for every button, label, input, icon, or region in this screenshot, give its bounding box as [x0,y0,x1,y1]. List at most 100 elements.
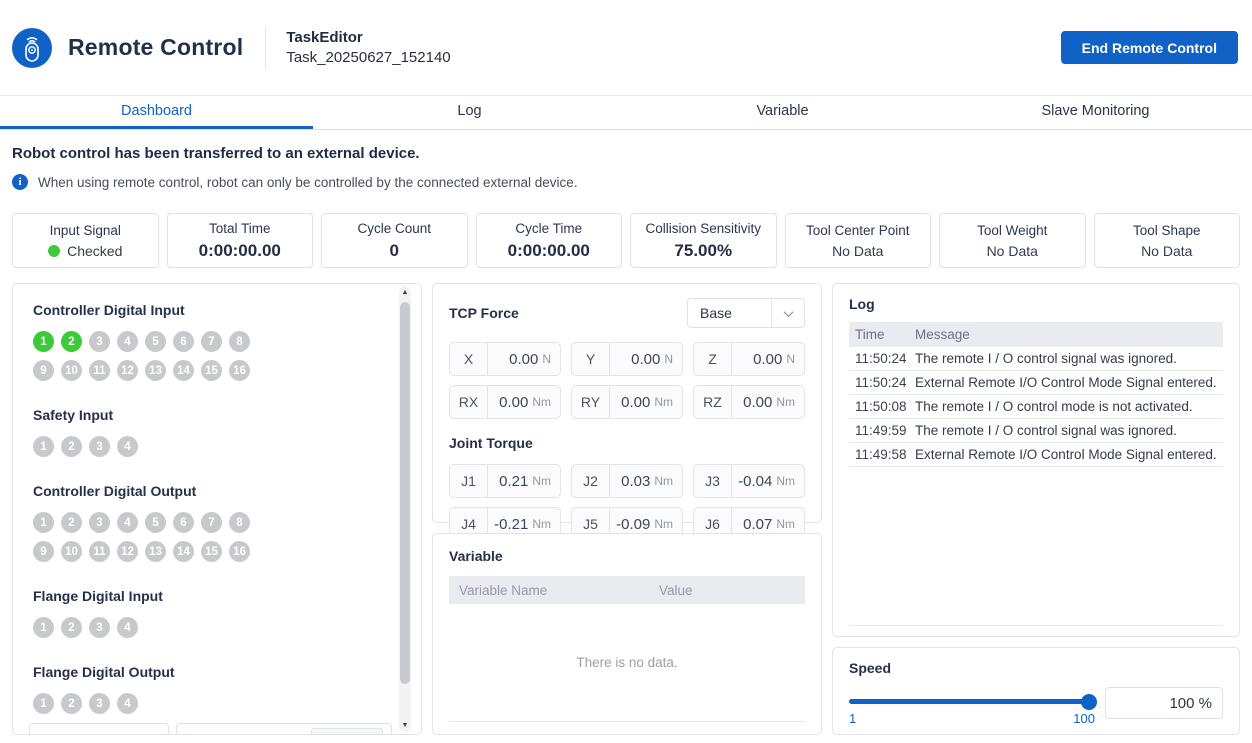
value-field-rz: RZ0.00Nm [693,385,805,419]
speed-slider[interactable]: 1 100 [849,687,1095,726]
field-value: 0.00 [499,394,528,411]
io-signal-dot: 1 [33,512,54,533]
field-label: RY [572,386,610,418]
io-signal-dot: 13 [145,360,166,381]
app-header: Remote Control TaskEditor Task_20250627_… [0,0,1252,96]
io-dot-row: 12345678 [33,512,401,533]
io-signal-dot: 2 [61,693,82,714]
log-time-column-header: Time [849,327,915,342]
stat-label: Tool Center Point [806,223,910,238]
stat-card-tool-center-point: Tool Center Point No Data [785,213,932,268]
log-table-row: 11:49:58External Remote I/O Control Mode… [849,443,1223,467]
variable-panel-title: Variable [449,548,805,564]
log-table: Time Message 11:50:24The remote I / O co… [849,322,1223,626]
io-extra-field-left[interactable] [29,723,169,735]
speed-slider-track[interactable] [849,699,1095,704]
scrollbar-thumb[interactable] [400,302,410,684]
field-unit: N [542,352,551,366]
io-section-title: Controller Digital Input [33,302,401,318]
field-label: J3 [694,465,732,497]
log-table-row: 11:50:08The remote I / O control mode is… [849,395,1223,419]
tab-dashboard[interactable]: Dashboard [0,96,313,129]
field-value: 0.00 [621,394,650,411]
field-label: J2 [572,465,610,497]
status-dot-icon [48,245,60,257]
value-field-rx: RX0.00Nm [449,385,561,419]
io-signal-dot: 1 [33,693,54,714]
log-panel-title: Log [849,296,1223,312]
io-dot-row: 1234 [33,436,401,457]
log-table-row: 11:50:24External Remote I/O Control Mode… [849,371,1223,395]
io-signal-dot: 7 [201,512,222,533]
field-label: X [450,343,488,375]
speed-value-input[interactable]: 100 % [1105,687,1223,719]
coordinate-frame-select[interactable]: Base [687,298,805,328]
speed-slider-handle[interactable] [1081,694,1097,710]
stat-label: Cycle Time [515,221,582,236]
field-unit: Nm [532,474,551,488]
field-value: 0.21 [499,473,528,490]
stat-card-tool-shape: Tool ShapeNo Data [1094,213,1241,268]
io-section-title: Safety Input [33,407,401,423]
scrollbar-up-button[interactable]: ▲ [399,286,411,299]
log-time-cell: 11:50:24 [849,351,915,366]
notice-title: Robot control has been transferred to an… [12,145,1240,162]
field-unit: Nm [776,395,795,409]
io-dot-row: 910111213141516 [33,360,401,381]
empty-state-text: There is no data. [576,655,677,670]
log-time-cell: 11:49:59 [849,423,915,438]
io-signal-dot: 3 [89,436,110,457]
end-remote-control-button[interactable]: End Remote Control [1061,31,1238,64]
log-message-cell: External Remote I/O Control Mode Signal … [915,375,1223,390]
io-dot-row: 12345678 [33,331,401,352]
log-message-cell: The remote I / O control signal was igno… [915,423,1223,438]
io-signal-dot: 6 [173,331,194,352]
io-section-controller-digital-output: Controller Digital Output123456789101112… [33,483,401,562]
field-label: J1 [450,465,488,497]
header-divider [265,26,266,70]
field-value: -0.04 [738,473,772,490]
log-time-cell: 11:50:24 [849,375,915,390]
tab-log[interactable]: Log [313,96,626,129]
stat-value: 0:00:00.00 [508,241,590,261]
notice-section: Robot control has been transferred to an… [0,130,1252,190]
io-extra-field-right[interactable] [176,723,392,735]
io-panel-scrollbar[interactable]: ▲ ▼ [399,286,411,732]
stat-value: No Data [832,243,883,259]
speed-min-label: 1 [849,711,856,726]
io-signal-dot: 7 [201,331,222,352]
field-label: RZ [694,386,732,418]
io-signal-dot: 2 [61,436,82,457]
log-time-cell: 11:50:08 [849,399,915,414]
stat-value: Checked [48,243,122,259]
tcp-force-panel: TCP Force Base X0.00NY0.00NZ0.00NRX0.00N… [432,283,822,523]
stat-card-cycle-count: Cycle Count0 [321,213,468,268]
io-signal-dot: 4 [117,693,138,714]
value-field-ry: RY0.00Nm [571,385,683,419]
remote-control-page: Remote Control TaskEditor Task_20250627_… [0,0,1252,743]
io-dot-row: 1234 [33,617,401,638]
io-section-title: Flange Digital Input [33,588,401,604]
io-extra-button[interactable] [311,728,383,735]
io-signal-dot: 4 [117,331,138,352]
stat-value: 0:00:00.00 [199,241,281,261]
field-unit: Nm [654,474,673,488]
field-value: -0.21 [494,516,528,533]
field-unit: N [664,352,673,366]
io-signal-dot: 10 [61,541,82,562]
io-signal-dot: 14 [173,541,194,562]
io-dot-row: 910111213141516 [33,541,401,562]
tab-variable[interactable]: Variable [626,96,939,129]
stat-value: No Data [1141,243,1192,259]
io-signal-dot: 2 [61,617,82,638]
stat-card-tool-weight: Tool WeightNo Data [939,213,1086,268]
io-signal-dot: 8 [229,512,250,533]
tab-slave-monitoring[interactable]: Slave Monitoring [939,96,1252,129]
io-signal-dot: 16 [229,541,250,562]
io-signal-dot: 11 [89,360,110,381]
io-signal-dot: 15 [201,541,222,562]
stat-card-cycle-time: Cycle Time 0:00:00.00 [476,213,623,268]
scrollbar-down-button[interactable]: ▼ [399,719,411,732]
io-section-flange-digital-output: Flange Digital Output1234 [33,664,401,714]
field-value: 0.07 [743,516,772,533]
